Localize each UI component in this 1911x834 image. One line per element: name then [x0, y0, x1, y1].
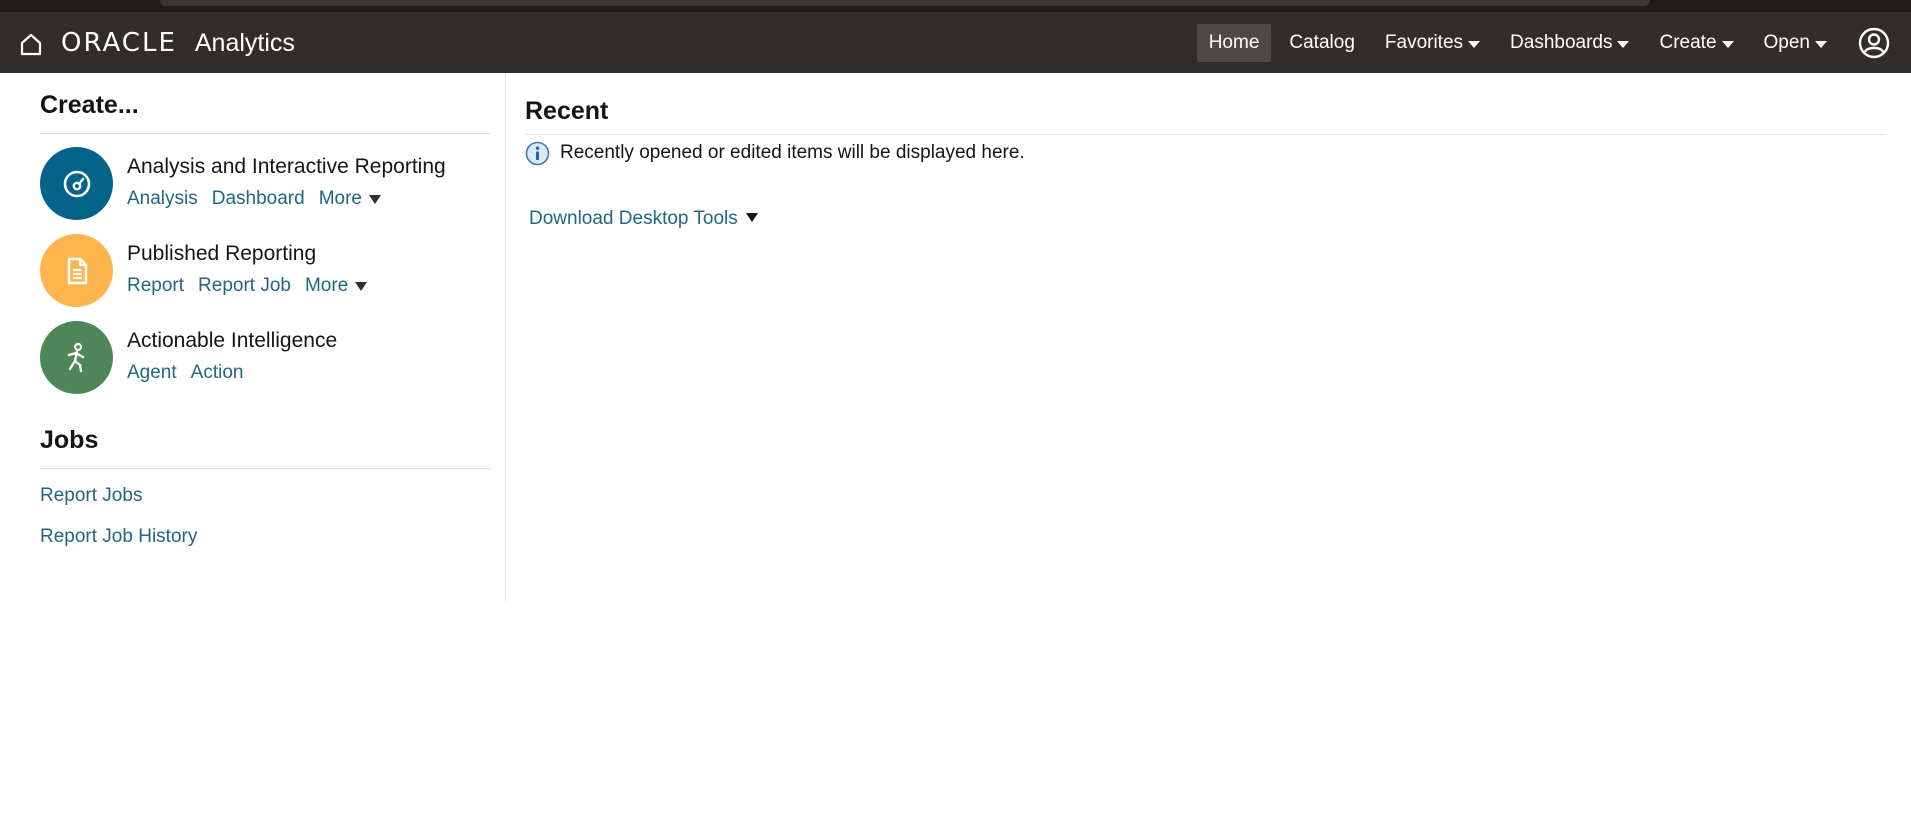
actionable-intelligence-circle[interactable] — [40, 321, 113, 394]
more-label: More — [318, 188, 362, 209]
caret-down-icon — [1468, 41, 1481, 48]
nav-home-label: Home — [1208, 32, 1260, 53]
report-jobs-link[interactable]: Report Jobs — [40, 485, 142, 507]
jobs-section-title: Jobs — [40, 426, 99, 454]
nav-favorites[interactable]: Favorites — [1373, 24, 1492, 62]
analysis-title: Analysis and Interactive Reporting — [127, 155, 446, 178]
jobs-divider — [40, 468, 490, 469]
left-panel: Create... Analysis and Interactive Repor… — [0, 73, 506, 603]
create-divider — [40, 133, 490, 134]
main-nav: Home Catalog Favorites Dashboards Create… — [1196, 24, 1911, 62]
caret-down-icon — [369, 194, 381, 204]
nav-catalog-label: Catalog — [1289, 32, 1355, 53]
published-reporting-circle[interactable] — [40, 234, 113, 307]
create-row-published-reporting: Published Reporting Report Report Job Mo… — [40, 234, 500, 310]
report-job-link[interactable]: Report Job — [198, 275, 291, 297]
user-profile-icon[interactable] — [1857, 26, 1891, 60]
top-header-bar: ORACLE Analytics Home Catalog Favorites … — [0, 12, 1911, 73]
analysis-link[interactable]: Analysis — [127, 188, 198, 210]
caret-down-icon — [745, 212, 758, 222]
actionable-intelligence-links: Agent Action — [127, 362, 257, 384]
recent-divider — [525, 134, 1886, 135]
nav-catalog[interactable]: Catalog — [1277, 24, 1367, 62]
agent-link[interactable]: Agent — [127, 362, 177, 384]
download-desktop-tools-label: Download Desktop Tools — [529, 208, 738, 229]
report-job-history-link[interactable]: Report Job History — [40, 526, 197, 548]
analysis-circle[interactable] — [40, 147, 113, 220]
published-reporting-links: Report Report Job More — [127, 275, 381, 297]
nav-dashboards[interactable]: Dashboards — [1498, 24, 1641, 62]
analysis-links: Analysis Dashboard More — [127, 188, 395, 210]
download-desktop-tools-link[interactable]: Download Desktop Tools — [529, 208, 758, 230]
create-row-analysis: Analysis and Interactive Reporting Analy… — [40, 147, 500, 223]
info-icon — [525, 141, 550, 165]
published-reporting-title: Published Reporting — [127, 242, 317, 265]
nav-open-label: Open — [1763, 32, 1810, 53]
nav-open[interactable]: Open — [1752, 24, 1839, 62]
home-icon[interactable] — [18, 31, 44, 57]
nav-create-label: Create — [1659, 32, 1717, 53]
browser-tab-edge — [160, 0, 1650, 6]
nav-create[interactable]: Create — [1647, 24, 1745, 62]
document-icon — [67, 257, 87, 284]
more-label: More — [304, 275, 349, 296]
actionable-intelligence-title: Actionable Intelligence — [127, 329, 338, 352]
recent-info-message: Recently opened or edited items will be … — [525, 138, 1025, 168]
dashboard-link[interactable]: Dashboard — [212, 188, 305, 210]
report-link[interactable]: Report — [127, 275, 184, 297]
nav-home[interactable]: Home — [1196, 24, 1272, 62]
caret-down-icon — [355, 281, 368, 291]
product-name: Analytics — [194, 28, 295, 57]
gauge-icon — [63, 170, 90, 197]
browser-chrome-strip — [0, 0, 1911, 12]
caret-down-icon — [1617, 41, 1630, 48]
create-section-title: Create... — [40, 91, 139, 119]
analysis-more-link[interactable]: More — [319, 188, 381, 210]
running-person-icon — [67, 342, 84, 372]
published-more-link[interactable]: More — [304, 275, 368, 297]
nav-dashboards-label: Dashboards — [1510, 32, 1613, 53]
oracle-logo: ORACLE — [61, 28, 177, 58]
caret-down-icon — [1815, 41, 1827, 48]
brand: ORACLE Analytics — [61, 26, 295, 60]
action-link[interactable]: Action — [191, 362, 244, 384]
create-row-actionable-intelligence: Actionable Intelligence Agent Action — [40, 321, 500, 397]
recent-section-title: Recent — [525, 97, 609, 125]
recent-info-text: Recently opened or edited items will be … — [560, 142, 1025, 163]
nav-favorites-label: Favorites — [1384, 32, 1464, 53]
caret-down-icon — [1721, 41, 1734, 48]
